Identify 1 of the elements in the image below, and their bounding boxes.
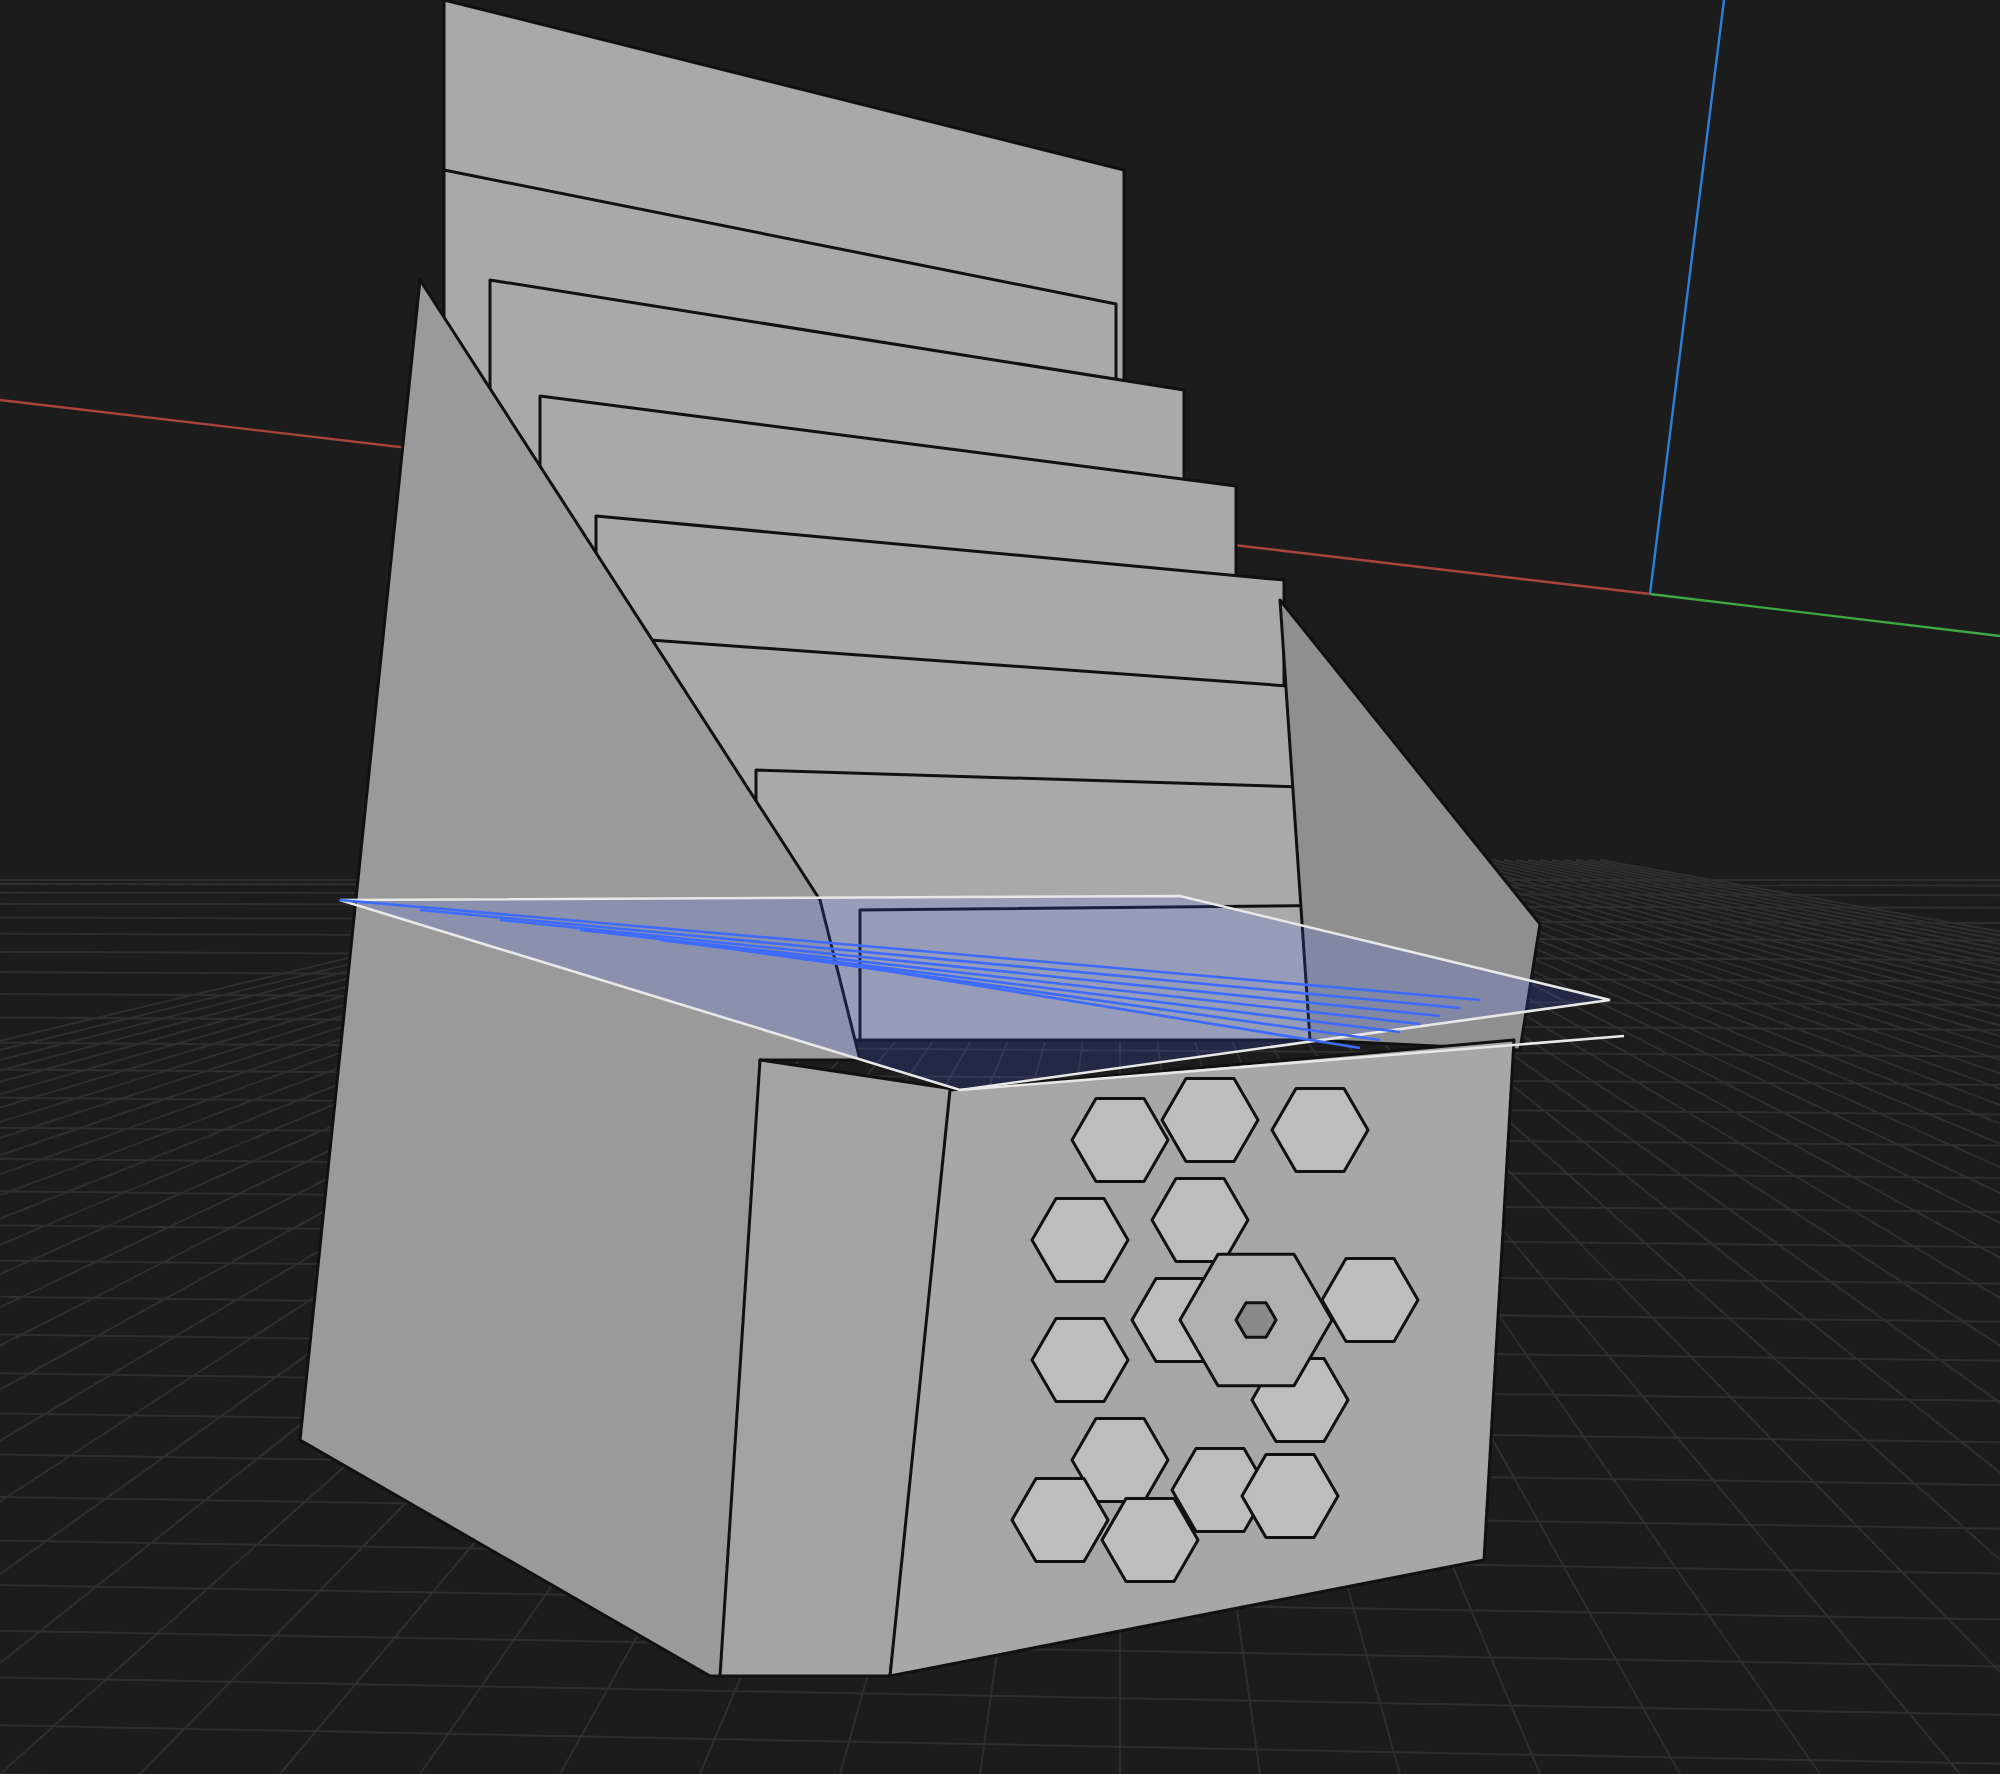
section-plane[interactable] (338, 894, 1625, 1092)
